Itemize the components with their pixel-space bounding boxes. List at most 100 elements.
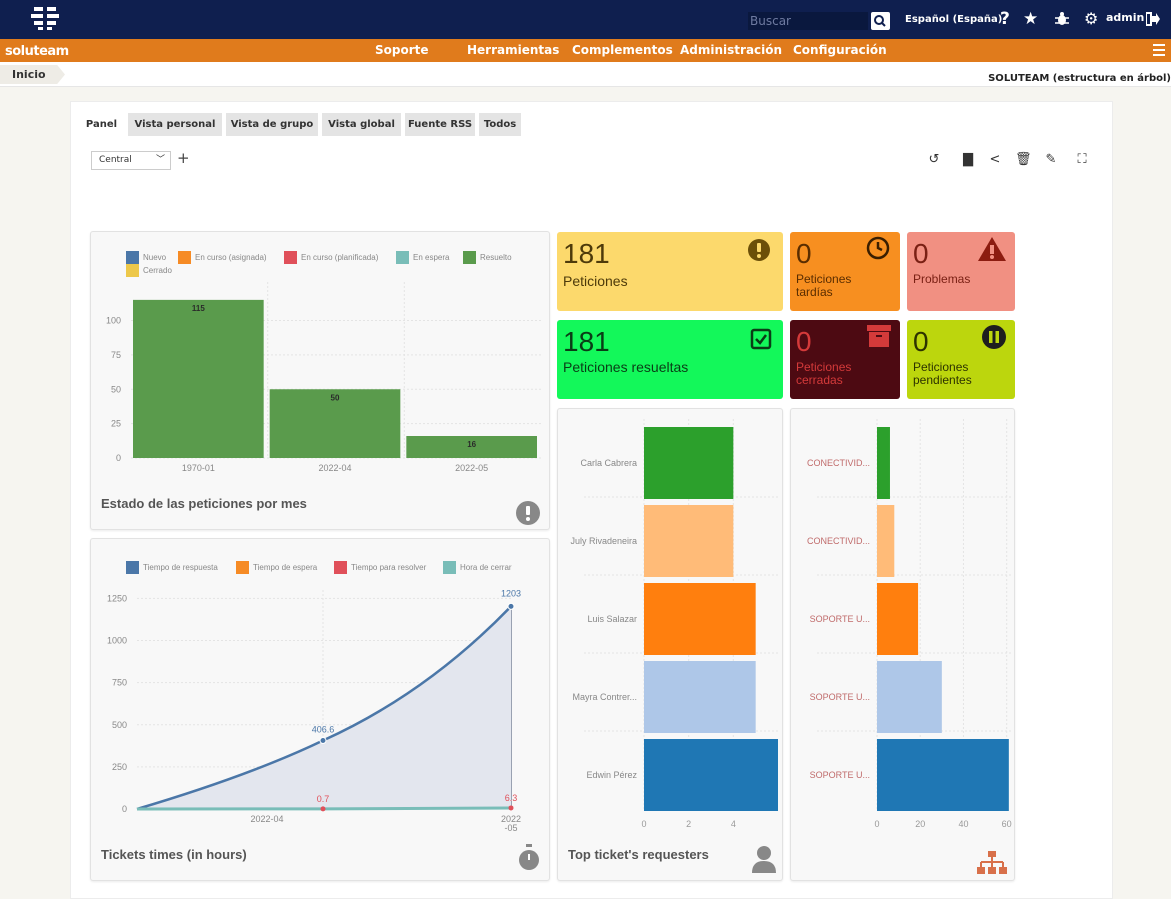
bug-icon[interactable] [1054, 11, 1070, 27]
legend-swatch [126, 561, 139, 574]
search-button[interactable] [871, 12, 890, 30]
card-peticiones-pendientes[interactable]: 0 Peticiones pendientes [907, 320, 1015, 399]
entity-selector[interactable]: SOLUTEAM (estructura en árbol) [988, 73, 1171, 84]
bar-value-label: 16 [467, 440, 476, 449]
menu-complementos[interactable]: Complementos [572, 43, 673, 57]
card-cerradas-label: Peticiones cerradas [796, 360, 852, 387]
data-point [320, 806, 326, 812]
x-tick-label: 60 [1002, 819, 1012, 829]
star-icon[interactable]: ★ [1023, 9, 1038, 29]
bar [644, 505, 734, 577]
y-tick-label: 100 [106, 316, 121, 326]
brand-name[interactable]: soluteam [5, 44, 69, 59]
y-category-label: CONECTIVID... [807, 536, 870, 546]
x-tick-label: 0 [874, 819, 879, 829]
top-bar: Buscar Español (España) ? ★ ⚙ admin [0, 0, 1171, 39]
pause-circle-icon [982, 325, 1006, 349]
dashboard-select[interactable]: Central ﹀ [91, 151, 171, 170]
legend-swatch [126, 264, 139, 277]
share-icon[interactable]: < [988, 153, 1002, 167]
legend-swatch [443, 561, 456, 574]
exclamation-icon [516, 501, 540, 525]
menu-herramientas[interactable]: Herramientas [467, 43, 559, 57]
tab-vista-global[interactable]: Vista global [322, 113, 401, 136]
fullscreen-icon[interactable]: ⛶ [1075, 153, 1089, 167]
bar-value-label: 50 [331, 393, 340, 402]
ticket-times-chart: Tiempo de respuesta Tiempo de espera Tiemp… [107, 561, 521, 833]
bar [133, 299, 264, 458]
x-tick-label: 2022-05 [455, 463, 488, 473]
clone-icon[interactable]: ▇ [961, 153, 975, 167]
bar [644, 427, 734, 499]
card-problemas[interactable]: 0 Problemas [907, 232, 1015, 311]
tab-fuente-rss[interactable]: Fuente RSS [405, 113, 475, 136]
chevron-down-icon: ﹀ [155, 155, 165, 165]
card-peticiones-resueltas[interactable]: 181 Peticiones resueltas [557, 320, 783, 399]
y-category-label: SOPORTE U... [810, 692, 870, 702]
tab-panel[interactable]: Panel [79, 113, 124, 136]
x-tick-label: 4 [731, 819, 736, 829]
card-peticiones-tardias[interactable]: 0 Peticiones tardías [790, 232, 900, 311]
menu-soporte[interactable]: Soporte [375, 43, 429, 57]
language-selector[interactable]: Español (España) [905, 14, 1002, 25]
bar [877, 661, 942, 733]
card-pendientes-label: Peticiones pendientes [913, 360, 972, 387]
add-dashboard-icon[interactable]: + [177, 149, 190, 167]
chart-title-status: Estado de las peticiones por mes [101, 496, 307, 511]
menu-configuracion[interactable]: Configuración [793, 43, 887, 57]
main-menu: soluteam Soporte Herramientas Complement… [0, 39, 1171, 62]
logo-icon[interactable] [30, 5, 60, 31]
tab-vista-grupo[interactable]: Vista de grupo [226, 113, 318, 136]
legend-swatch [334, 561, 347, 574]
bar [877, 427, 890, 499]
tab-todos[interactable]: Todos [479, 113, 521, 136]
x-tick-label: 2022-04 [250, 814, 283, 824]
x-tick-label: 2022-04 [318, 463, 351, 473]
top-requesters-chart: 0 2 4 Carla Cabrera July Rivadeneira Luis Sal… [570, 419, 778, 829]
chart-card-ticket-times: Tiempo de respuesta Tiempo de espera Tiemp… [90, 538, 550, 881]
y-category-label: CONECTIVID... [807, 458, 870, 468]
help-icon[interactable]: ? [1000, 9, 1010, 29]
x-tick-label: 1970-01 [182, 463, 215, 473]
card-problemas-label: Problemas [913, 272, 971, 286]
legend-swatch [396, 251, 409, 264]
bar [877, 739, 1009, 811]
x-tick-label: 2 [686, 819, 691, 829]
bar [644, 661, 756, 733]
breadcrumb: Inicio SOLUTEAM (estructura en árbol) [0, 62, 1171, 87]
edit-icon[interactable]: ✎ [1044, 153, 1058, 167]
y-tick-label: 250 [112, 762, 127, 772]
y-tick-label: 0 [122, 804, 127, 814]
y-category-label: Mayra Contrer... [572, 692, 637, 702]
bar [877, 583, 919, 655]
exclamation-circle-icon [748, 239, 770, 261]
data-point [319, 737, 327, 745]
y-category-label: Edwin Pérez [586, 770, 637, 780]
card-peticiones[interactable]: 181 Peticiones [557, 232, 783, 311]
tab-vista-personal[interactable]: Vista personal [128, 113, 222, 136]
y-category-label: SOPORTE U... [810, 614, 870, 624]
legend-label: Cerrado [143, 266, 172, 275]
y-tick-label: 75 [111, 350, 121, 360]
point-label: 0.7 [317, 794, 330, 804]
stopwatch-icon [519, 844, 539, 870]
dashboard-select-value: Central [99, 155, 132, 165]
bar-value-label: 115 [192, 304, 205, 313]
menu-administracion[interactable]: Administración [680, 43, 782, 57]
search-input[interactable]: Buscar [748, 12, 868, 30]
user-name[interactable]: admin [1106, 11, 1144, 24]
history-icon[interactable]: ↺ [927, 153, 941, 167]
top-groups-chart: 0 20 40 60 CONECTIVID... CONECTIVID... SOPORTE… [807, 419, 1012, 829]
hamburger-icon[interactable] [1153, 44, 1165, 56]
gear-icon[interactable]: ⚙ [1084, 9, 1098, 29]
card-peticiones-cerradas[interactable]: 0 Peticiones cerradas [790, 320, 900, 399]
legend-label: En curso (asignada) [195, 253, 267, 262]
trash-icon[interactable]: 🗑 [1015, 153, 1032, 167]
chart-title-times: Tickets times (in hours) [101, 847, 247, 862]
breadcrumb-home[interactable]: Inicio [0, 65, 65, 84]
logout-icon[interactable] [1146, 12, 1160, 26]
legend-swatch [178, 251, 191, 264]
legend-swatch [236, 561, 249, 574]
legend-label: En espera [413, 253, 450, 262]
card-tardias-value: 0 [796, 238, 812, 269]
